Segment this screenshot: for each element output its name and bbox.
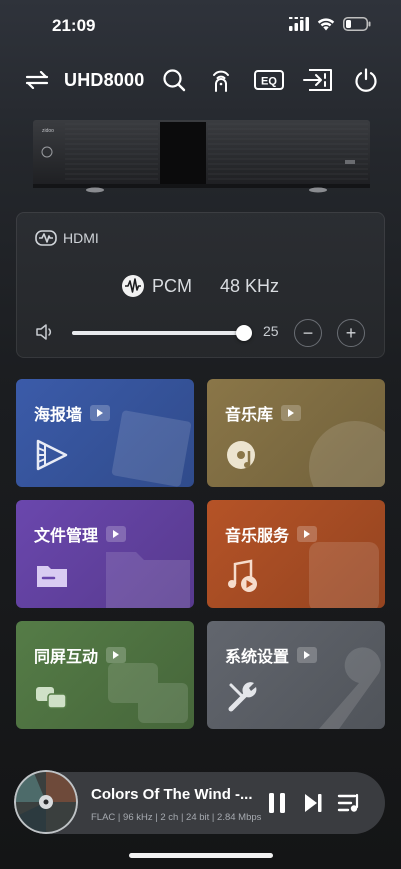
- audio-format: PCM: [151, 275, 192, 296]
- volume-slider-knob[interactable]: [236, 325, 252, 341]
- remote-button[interactable]: [204, 62, 238, 98]
- volume-value: 25: [263, 323, 279, 339]
- device-brand: zidoo: [42, 128, 54, 134]
- volume-icon: [36, 324, 52, 340]
- chevron-right-icon: [281, 405, 302, 421]
- song-title: Colors Of The Wind -...: [91, 786, 253, 803]
- eq-icon: EQ: [254, 70, 284, 90]
- volume-up-button[interactable]: +: [337, 319, 365, 347]
- minus-icon: −: [302, 323, 314, 343]
- tile-screen-mirroring[interactable]: 同屏互动: [16, 621, 194, 729]
- volume-slider-fill: [72, 331, 244, 335]
- search-icon: [163, 69, 186, 92]
- tile-label: 同屏互动: [34, 649, 99, 666]
- tile-poster-wall[interactable]: 海报墙: [16, 379, 194, 487]
- status-icons: [289, 17, 371, 31]
- switch-device-button[interactable]: [20, 62, 54, 98]
- plus-icon: +: [345, 323, 357, 343]
- next-track-button[interactable]: [298, 788, 328, 818]
- screen-share-icon: [36, 687, 67, 709]
- power-icon: [355, 68, 377, 92]
- audio-status-panel: HDMI PCM 48 KHz 25 − +: [16, 212, 385, 358]
- skip-next-icon: [305, 794, 322, 812]
- chevron-right-icon: [297, 526, 318, 542]
- pause-button[interactable]: [262, 788, 292, 818]
- music-disc-icon: [227, 441, 255, 469]
- volume-slider[interactable]: [72, 325, 252, 341]
- cellular-signal-icon: [289, 17, 309, 31]
- input-source-icon: [303, 69, 332, 91]
- sample-rate: 48 KHz: [219, 275, 280, 296]
- volume-down-button[interactable]: −: [294, 319, 322, 347]
- now-playing-bar[interactable]: Colors Of The Wind -... FLAC | 96 kHz | …: [14, 770, 385, 834]
- tile-label: 系统设置: [225, 649, 290, 666]
- waveform-icon: [121, 275, 144, 297]
- eq-button[interactable]: EQ: [252, 62, 286, 98]
- device-image: zidoo: [0, 112, 401, 198]
- pause-icon: [269, 793, 285, 813]
- app-header: UHD8000 EQ: [0, 62, 401, 98]
- chevron-right-icon: [106, 647, 127, 663]
- wifi-icon: [317, 18, 335, 31]
- tile-music-library[interactable]: 音乐库: [207, 379, 385, 487]
- film-watermark-icon: [111, 410, 192, 487]
- chevron-right-icon: [106, 526, 127, 542]
- source-label: HDMI: [63, 230, 99, 246]
- wrench-icon: [228, 682, 257, 712]
- power-button[interactable]: [349, 62, 383, 98]
- song-format-meta: FLAC | 96 kHz | 2 ch | 24 bit | 2.84 Mbp…: [91, 812, 262, 823]
- music-note-icon: [228, 559, 257, 592]
- tile-label: 音乐库: [225, 407, 274, 424]
- format-row: PCM 48 KHz: [17, 275, 384, 297]
- album-art: [14, 770, 78, 834]
- tile-label: 文件管理: [34, 528, 99, 545]
- playlist-icon: [337, 793, 359, 812]
- folder-icon: [37, 566, 67, 587]
- home-indicator[interactable]: [129, 853, 273, 858]
- tile-label: 音乐服务: [225, 528, 290, 545]
- eq-label: EQ: [261, 76, 277, 88]
- tile-system-settings[interactable]: 系统设置: [207, 621, 385, 729]
- remote-signal-icon: [213, 70, 229, 92]
- swap-arrows-icon: [25, 71, 49, 89]
- hdmi-icon: [35, 230, 57, 246]
- input-source-button[interactable]: [301, 62, 335, 98]
- disc-watermark-icon: [309, 421, 385, 487]
- tile-label: 海报墙: [34, 407, 83, 424]
- status-time: 21:09: [52, 16, 96, 35]
- battery-icon: [343, 17, 371, 31]
- tile-music-services[interactable]: 音乐服务: [207, 500, 385, 608]
- film-icon: [36, 439, 68, 471]
- search-button[interactable]: [157, 62, 191, 98]
- chevron-right-icon: [90, 405, 111, 421]
- tile-file-manager[interactable]: 文件管理: [16, 500, 194, 608]
- chevron-right-icon: [297, 647, 318, 663]
- playlist-button[interactable]: [334, 788, 364, 818]
- device-name[interactable]: UHD8000: [64, 70, 144, 91]
